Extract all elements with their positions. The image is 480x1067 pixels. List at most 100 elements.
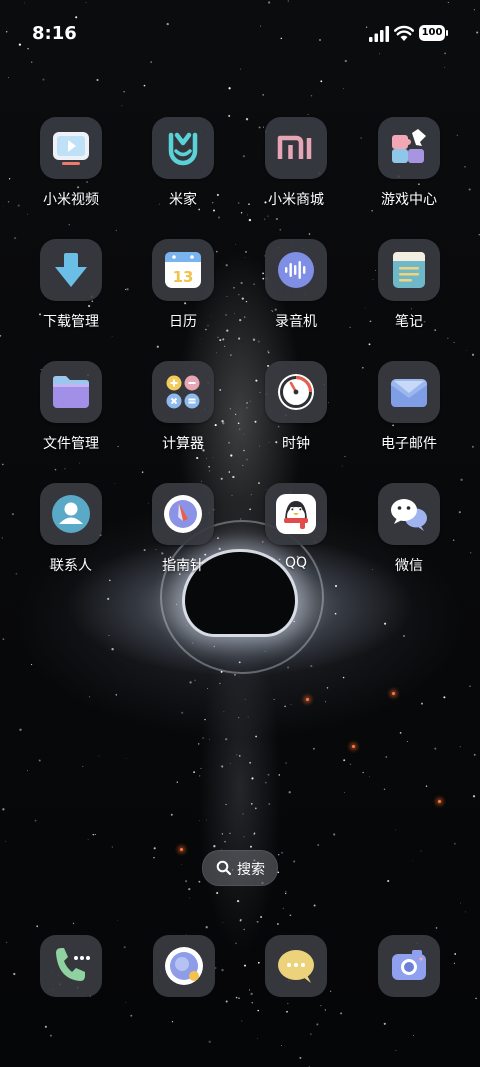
dock-messages[interactable] (265, 935, 327, 997)
calculator-icon (152, 361, 214, 423)
app-mi-video[interactable]: 小米视频 (16, 117, 126, 227)
app-contacts[interactable]: 联系人 (16, 483, 126, 593)
star (213, 845, 216, 848)
star (237, 202, 240, 204)
star (255, 735, 257, 738)
star (3, 206, 4, 208)
app-label: 日历 (169, 314, 197, 330)
messages-icon (278, 950, 314, 983)
wifi-icon (394, 25, 414, 41)
star (460, 478, 463, 481)
app-compass[interactable]: 指南针 (128, 483, 238, 593)
app-mi-store[interactable]: 小米商城 (241, 117, 351, 227)
app-game-center[interactable]: 游戏中心 (354, 117, 464, 227)
star (2, 463, 4, 466)
dock-browser[interactable] (153, 935, 215, 997)
star (278, 854, 280, 856)
download-arrow-icon (40, 239, 102, 301)
star (465, 911, 466, 913)
star (36, 925, 39, 928)
star (19, 728, 22, 731)
search-label: 搜索 (237, 862, 265, 878)
app-label: 录音机 (275, 314, 317, 330)
star (202, 737, 204, 739)
app-email[interactable]: 电子邮件 (354, 361, 464, 471)
star (454, 953, 457, 955)
app-notes[interactable]: 笔记 (354, 239, 464, 349)
search-button[interactable]: 搜索 (202, 850, 278, 886)
star (247, 716, 249, 718)
star (221, 765, 224, 768)
star (2, 638, 5, 640)
star (229, 763, 231, 764)
star (82, 765, 84, 767)
star (5, 941, 8, 944)
star (205, 819, 207, 821)
star (237, 422, 240, 425)
star (281, 851, 284, 854)
status-time: 8:16 (32, 23, 77, 44)
star (286, 1010, 288, 1013)
star (443, 696, 446, 699)
dock-phone[interactable] (40, 935, 102, 997)
star (223, 711, 225, 713)
star (251, 803, 253, 805)
star (286, 666, 290, 669)
mijia-icon (152, 117, 214, 179)
star (425, 785, 428, 787)
star (384, 622, 387, 625)
wechat-icon (378, 483, 440, 545)
star (470, 552, 472, 554)
ember (180, 848, 183, 851)
star (334, 612, 337, 615)
star (125, 758, 127, 759)
clock-icon (265, 361, 327, 423)
star (268, 802, 271, 805)
star (257, 1037, 258, 1039)
star (249, 762, 251, 764)
star (4, 840, 6, 842)
star (260, 916, 263, 918)
star (326, 687, 329, 689)
app-wechat[interactable]: 微信 (354, 483, 464, 593)
star (225, 1000, 228, 1003)
app-file-manager[interactable]: 文件管理 (16, 361, 126, 471)
star (333, 833, 336, 836)
app-label: 笔记 (395, 314, 423, 330)
star (8, 178, 11, 180)
app-calculator[interactable]: 计算器 (128, 361, 238, 471)
star (316, 1023, 319, 1026)
star (92, 833, 95, 836)
star (444, 66, 446, 68)
star (288, 791, 291, 794)
star (108, 635, 110, 637)
star (281, 1045, 282, 1046)
app-mijia[interactable]: 米家 (128, 117, 238, 227)
ember (352, 745, 355, 748)
star (209, 738, 210, 740)
calendar-day: 13 (173, 268, 194, 286)
app-downloads[interactable]: 下载管理 (16, 239, 126, 349)
star (434, 747, 437, 750)
star (349, 763, 352, 766)
star (96, 78, 99, 82)
app-calendar[interactable]: 13 日历 (128, 239, 238, 349)
star (176, 781, 178, 783)
star (383, 1022, 386, 1025)
app-label: 游戏中心 (381, 192, 437, 208)
star (130, 1014, 133, 1017)
app-clock[interactable]: 时钟 (241, 361, 351, 471)
app-recorder[interactable]: 录音机 (241, 239, 351, 349)
star (8, 77, 9, 79)
star (235, 942, 237, 945)
star (189, 681, 192, 684)
notes-icon (378, 239, 440, 301)
app-label: 微信 (395, 558, 423, 574)
star (115, 694, 117, 696)
contacts-icon (40, 483, 102, 545)
star (89, 696, 91, 698)
app-qq[interactable]: QQ (241, 483, 351, 593)
star (273, 698, 275, 701)
dock-camera[interactable] (378, 935, 440, 997)
app-label: 文件管理 (43, 436, 99, 452)
